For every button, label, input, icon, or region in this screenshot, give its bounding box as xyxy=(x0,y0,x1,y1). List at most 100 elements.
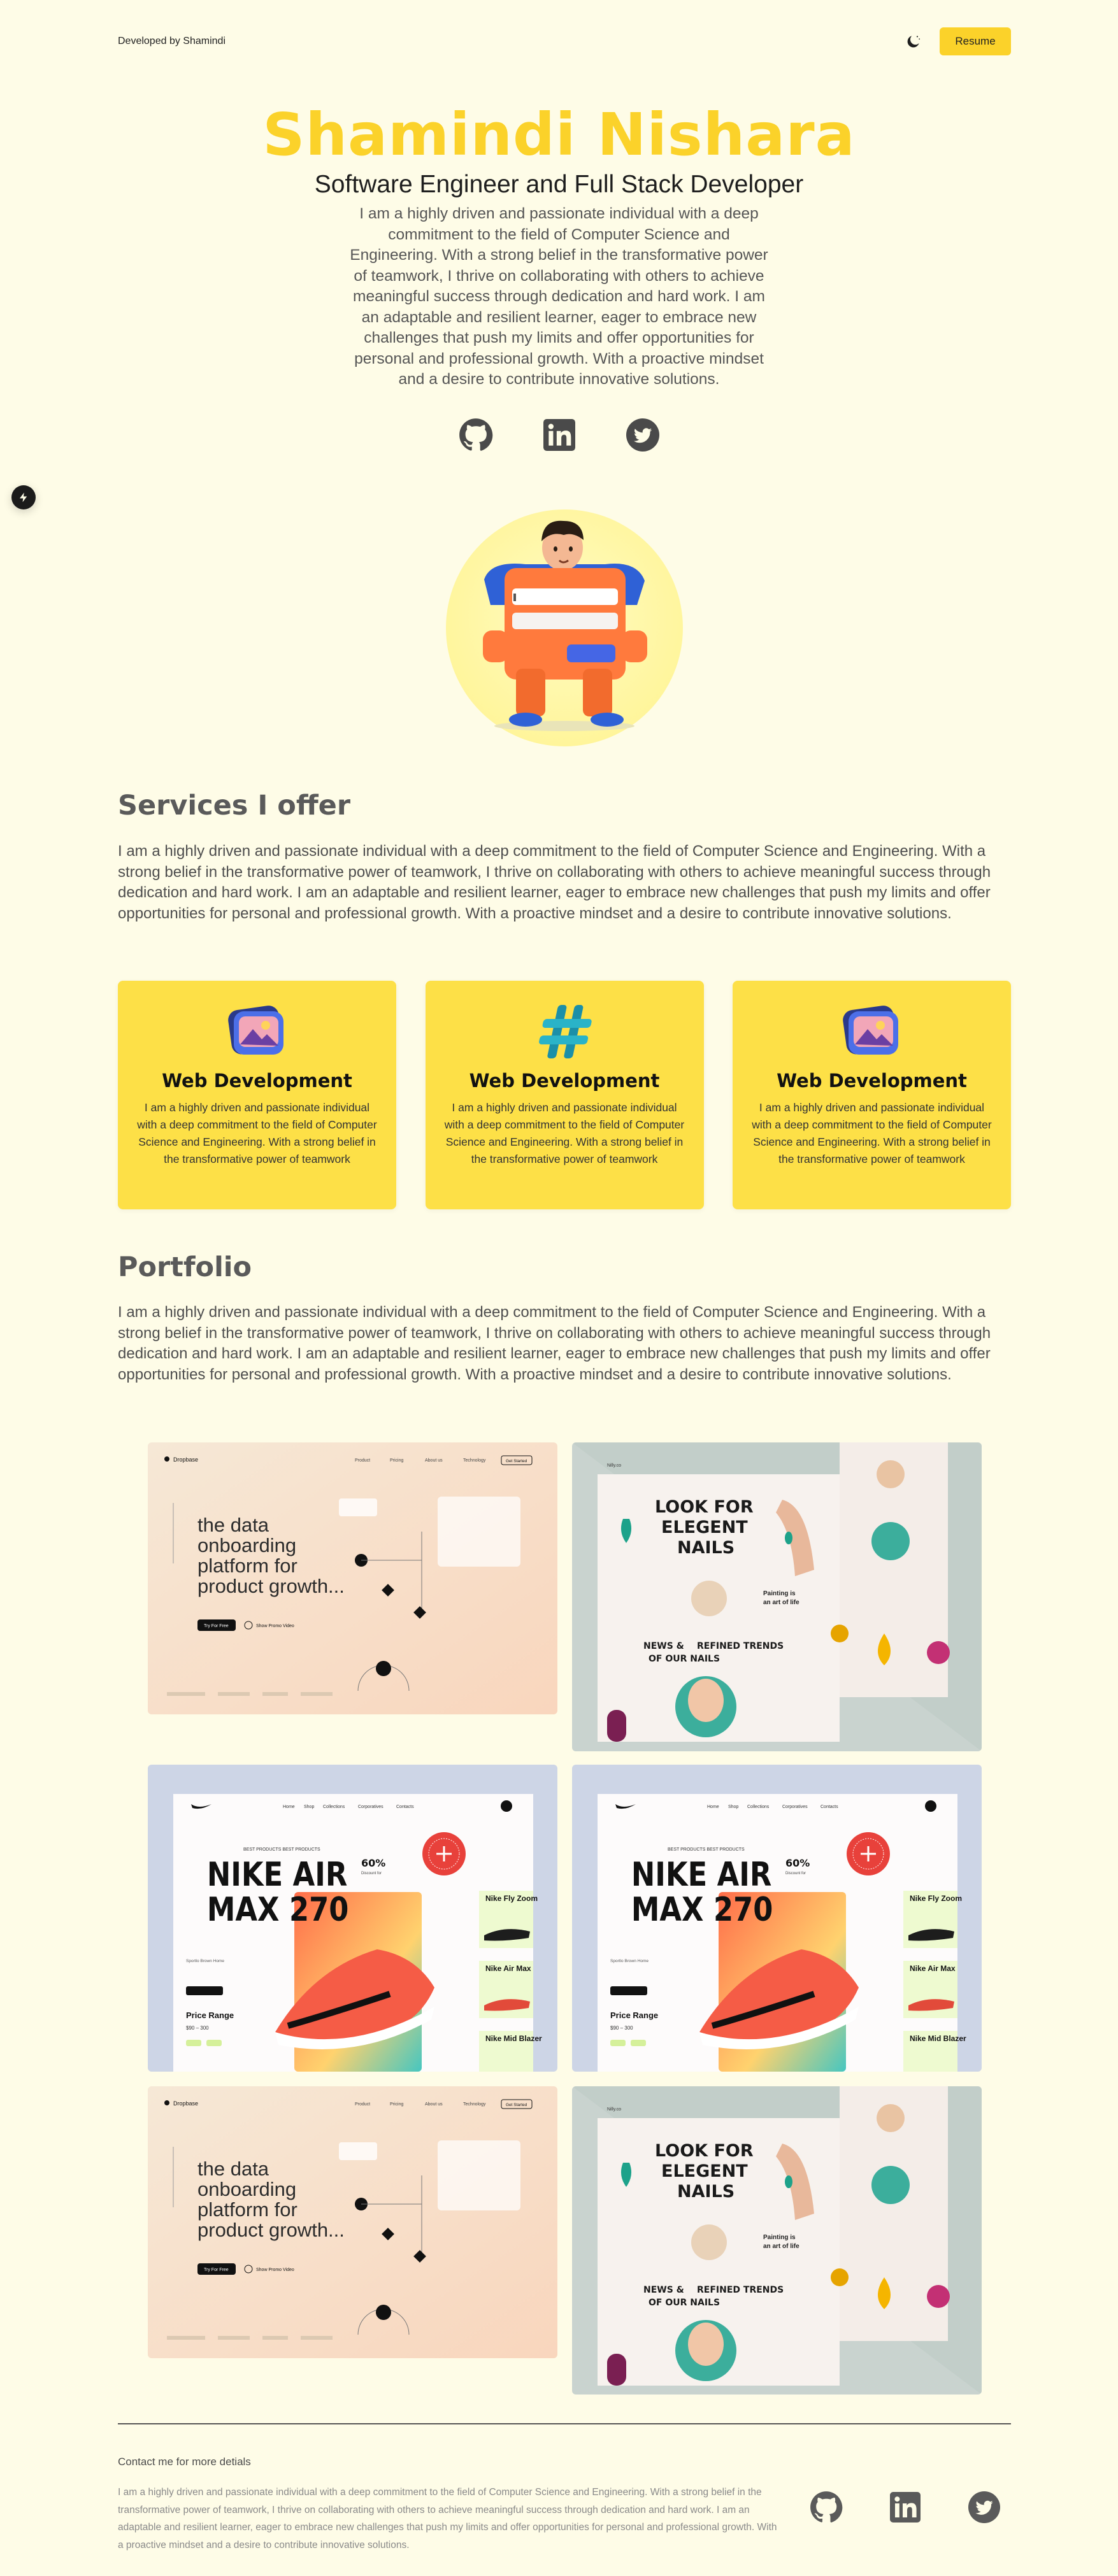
nails-news: NEWS & xyxy=(643,1641,684,1651)
onboarding-nav: Product xyxy=(355,1458,370,1463)
onboarding-nav: About us xyxy=(425,2102,443,2107)
onboarding-nav: Technology xyxy=(463,2102,486,2107)
nails-news: REFINED TRENDS xyxy=(697,1641,784,1651)
onboarding-video: Show Promo Video xyxy=(256,2268,294,2272)
nails-news: REFINED TRENDS xyxy=(697,2285,784,2295)
brand-label: Developed by Shamindi xyxy=(118,36,226,46)
nails-headline: LOOK FOR xyxy=(655,1497,754,1517)
portfolio-item-nike[interactable]: Home Shop Collections Corporatives Conta… xyxy=(572,1765,982,2072)
nails-headline: ELEGENT xyxy=(661,1518,748,1537)
onboarding-logo: Dropbase xyxy=(173,2100,198,2107)
nike-side-item: Nike Fly Zoom xyxy=(910,1894,962,1903)
service-card-text: I am a highly driven and passionate indi… xyxy=(444,1101,685,1165)
linkedin-icon[interactable] xyxy=(541,417,577,453)
top-navigation: Developed by Shamindi Resume xyxy=(118,25,1011,57)
onboarding-nav: Pricing xyxy=(390,1458,404,1463)
nike-nav: Corporatives xyxy=(358,1805,383,1809)
onboarding-cta: Get Started xyxy=(506,1459,527,1463)
service-card: Web Development I am a highly driven and… xyxy=(733,981,1011,1209)
onboarding-headline: product growth... xyxy=(197,1575,345,1597)
moon-icon[interactable] xyxy=(904,32,923,51)
nike-price: $90 – 300 xyxy=(186,2025,209,2031)
nike-nav: Shop xyxy=(304,1805,314,1809)
service-card: Web Development I am a highly driven and… xyxy=(425,981,704,1209)
portfolio-item-onboarding[interactable]: Dropbase Product Pricing About us Techno… xyxy=(148,1442,557,1714)
hashtag-icon xyxy=(538,1005,592,1058)
hero-role: Software Engineer and Full Stack Develop… xyxy=(314,171,804,198)
service-card-text: I am a highly driven and passionate indi… xyxy=(752,1101,992,1165)
onboarding-nav: Technology xyxy=(463,1458,486,1463)
nails-news: OF OUR NAILS xyxy=(649,2298,720,2308)
footer-divider xyxy=(118,2423,1011,2424)
footer-social-links xyxy=(809,2490,1001,2524)
portfolio-item-nails[interactable]: Nilly.co LOOK FOR ELEGENT NAILS Painting… xyxy=(572,1442,982,1751)
onboarding-headline: platform for xyxy=(197,1555,297,1577)
nike-headline: MAX 270 xyxy=(207,1891,348,1929)
nike-headline: NIKE AIR xyxy=(207,1856,347,1894)
resume-button[interactable]: Resume xyxy=(940,27,1011,55)
top-actions: Resume xyxy=(904,27,1011,55)
hero-social-links xyxy=(0,417,1118,453)
services-title: Services I offer xyxy=(118,790,351,822)
nike-price-range: Price Range xyxy=(186,2010,234,2020)
nike-headline: MAX 270 xyxy=(631,1891,773,1929)
nike-discount-sub: Discount for xyxy=(785,1872,806,1875)
service-card-text: I am a highly driven and passionate indi… xyxy=(137,1101,377,1165)
twitter-icon[interactable] xyxy=(625,417,661,453)
nike-discount-sub: Discount for xyxy=(361,1872,382,1875)
onboarding-headline: the data xyxy=(197,2158,269,2180)
onboarding-nav: Pricing xyxy=(390,2102,404,2107)
portfolio-item-nike[interactable]: Home Shop Collections Corporatives Conta… xyxy=(148,1765,557,2072)
nike-discount: 60% xyxy=(785,1857,810,1869)
nails-art: Painting is xyxy=(763,2234,796,2241)
onboarding-headline: platform for xyxy=(197,2198,297,2221)
service-card-title: Web Development xyxy=(469,1070,660,1092)
nails-headline: ELEGENT xyxy=(661,2161,748,2181)
nails-art: an art of life xyxy=(763,2243,799,2250)
nike-discount: 60% xyxy=(361,1857,385,1869)
nike-side-item: Nike Mid Blazer xyxy=(910,2034,966,2043)
nike-nav: Shop xyxy=(728,1805,738,1809)
nike-side-item: Nike Fly Zoom xyxy=(485,1894,538,1903)
nike-side-item: Nike Mid Blazer xyxy=(485,2034,542,2043)
nails-logo: Nilly.co xyxy=(607,2107,621,2112)
services-intro: I am a highly driven and passionate indi… xyxy=(118,843,991,922)
twitter-icon[interactable] xyxy=(967,2490,1001,2524)
nike-price-range: Price Range xyxy=(610,2010,658,2020)
svg-text:Sportlo Brown Home: Sportlo Brown Home xyxy=(610,1959,649,1963)
onboarding-headline: onboarding xyxy=(197,1534,296,1556)
linkedin-icon[interactable] xyxy=(888,2490,922,2524)
nike-eyebrow: BEST PRODUCTS BEST PRODUCTS xyxy=(243,1847,320,1852)
github-icon[interactable] xyxy=(809,2490,843,2524)
onboarding-headline: product growth... xyxy=(197,2219,345,2241)
onboarding-try: Try For Free xyxy=(204,2268,229,2272)
onboarding-headline: the data xyxy=(197,1514,269,1536)
nails-art: Painting is xyxy=(763,1590,796,1597)
hero-bio: I am a highly driven and passionate indi… xyxy=(350,205,768,388)
service-card-title: Web Development xyxy=(777,1070,967,1092)
onboarding-headline: onboarding xyxy=(197,2178,296,2200)
nike-nav: Contacts xyxy=(396,1805,414,1809)
nike-headline: NIKE AIR xyxy=(631,1856,771,1894)
nike-eyebrow: BEST PRODUCTS BEST PRODUCTS xyxy=(668,1847,745,1852)
avatar-illustration xyxy=(446,509,683,746)
portfolio-item-onboarding[interactable]: Dropbase Product Pricing About us Techno… xyxy=(148,2086,557,2358)
nails-logo: Nilly.co xyxy=(607,1463,621,1468)
onboarding-nav: Product xyxy=(355,2102,370,2107)
quick-action-button[interactable] xyxy=(11,485,36,509)
nike-side-item: Nike Air Max xyxy=(910,1964,956,1973)
nails-news: NEWS & xyxy=(643,2285,684,2295)
nails-headline: LOOK FOR xyxy=(655,2141,754,2161)
portfolio-item-nails[interactable]: Nilly.co LOOK FOR ELEGENT NAILS Painting… xyxy=(572,2086,982,2395)
nike-side-item: Nike Air Max xyxy=(485,1964,531,1973)
footer-text: I am a highly driven and passionate indi… xyxy=(118,2487,777,2551)
nails-art: an art of life xyxy=(763,1599,799,1606)
onboarding-nav: About us xyxy=(425,1458,443,1463)
github-icon[interactable] xyxy=(458,417,494,453)
nike-nav: Collections xyxy=(747,1805,770,1809)
portfolio-title: Portfolio xyxy=(118,1251,252,1283)
service-card-title: Web Development xyxy=(162,1070,352,1092)
nike-nav: Home xyxy=(707,1805,719,1809)
lightning-icon xyxy=(20,492,27,502)
image-gallery-icon xyxy=(228,1006,283,1055)
